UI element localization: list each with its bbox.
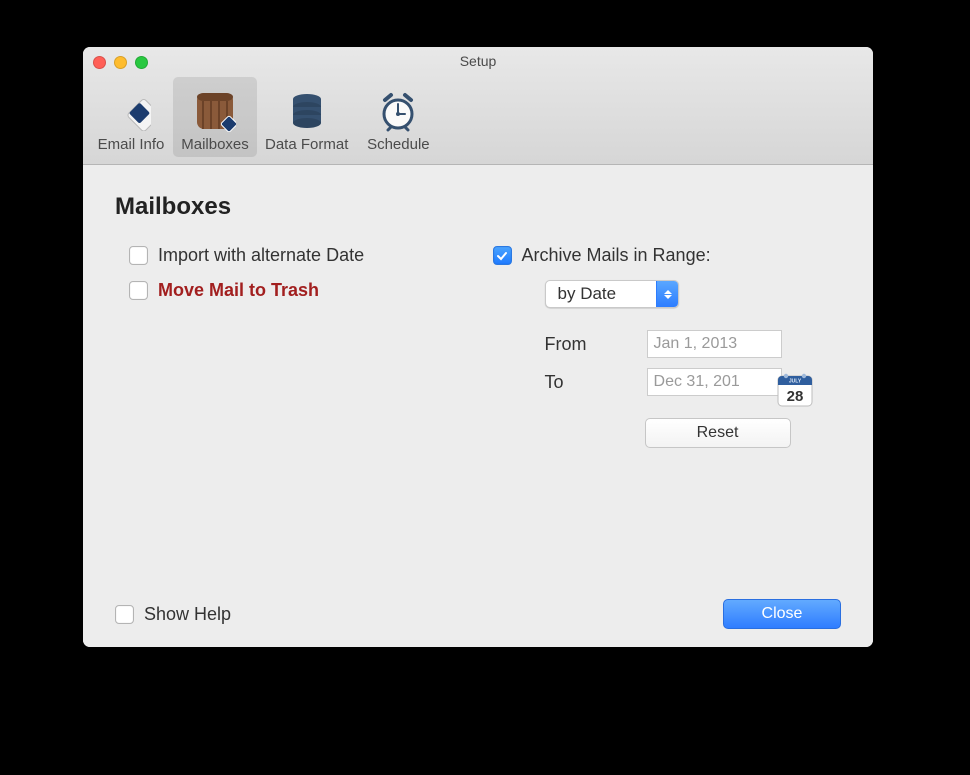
calendar-month: JULY xyxy=(789,379,802,385)
reset-button-label: Reset xyxy=(697,424,739,442)
close-button-label: Close xyxy=(762,605,803,623)
window-title: Setup xyxy=(83,53,873,69)
toolbar-item-label: Schedule xyxy=(367,136,430,153)
select-stepper-icon[interactable] xyxy=(656,281,678,307)
from-label: From xyxy=(545,334,647,355)
crate-icon xyxy=(194,90,236,132)
toolbar-item-schedule[interactable]: Schedule xyxy=(356,77,440,157)
to-label: To xyxy=(545,372,647,393)
diamond-icon xyxy=(111,90,151,132)
move-mail-to-trash-row[interactable]: Move Mail to Trash xyxy=(129,280,493,301)
calendar-day: 28 xyxy=(787,388,804,405)
alarm-clock-icon xyxy=(377,90,419,132)
to-date-input[interactable]: Dec 31, 201 xyxy=(647,368,782,396)
setup-window: Setup Email Info xyxy=(83,47,873,647)
reset-button[interactable]: Reset xyxy=(645,418,791,448)
database-icon xyxy=(288,90,326,132)
archive-mails-in-range-label: Archive Mails in Range: xyxy=(522,245,711,266)
show-help-label: Show Help xyxy=(144,604,231,625)
calendar-picker-icon[interactable]: JULY 28 xyxy=(775,370,817,415)
content-pane: Mailboxes Import with alternate Date Mov… xyxy=(83,165,873,647)
import-alternate-date-row[interactable]: Import with alternate Date xyxy=(129,245,493,266)
from-date-input[interactable]: Jan 1, 2013 xyxy=(647,330,782,358)
archive-mails-in-range-row[interactable]: Archive Mails in Range: xyxy=(493,245,841,266)
titlebar: Setup Email Info xyxy=(83,47,873,165)
from-date-value: Jan 1, 2013 xyxy=(654,335,738,353)
move-mail-to-trash-label: Move Mail to Trash xyxy=(158,280,319,301)
import-alternate-date-label: Import with alternate Date xyxy=(158,245,364,266)
toolbar-item-label: Email Info xyxy=(98,136,165,153)
toolbar-item-email-info[interactable]: Email Info xyxy=(89,77,173,157)
move-mail-to-trash-checkbox[interactable] xyxy=(129,281,148,300)
toolbar: Email Info Mailboxes xyxy=(89,77,440,157)
close-button[interactable]: Close xyxy=(723,599,841,629)
range-mode-value: by Date xyxy=(546,281,657,307)
archive-mails-in-range-checkbox[interactable] xyxy=(493,246,512,265)
toolbar-item-mailboxes[interactable]: Mailboxes xyxy=(173,77,257,157)
toolbar-item-data-format[interactable]: Data Format xyxy=(257,77,356,157)
import-alternate-date-checkbox[interactable] xyxy=(129,246,148,265)
section-title: Mailboxes xyxy=(115,193,841,221)
to-date-value: Dec 31, 201 xyxy=(654,373,740,391)
show-help-checkbox[interactable] xyxy=(115,605,134,624)
show-help-row[interactable]: Show Help xyxy=(115,604,231,625)
toolbar-item-label: Mailboxes xyxy=(181,136,249,153)
toolbar-item-label: Data Format xyxy=(265,136,348,153)
range-mode-select[interactable]: by Date xyxy=(545,280,680,308)
